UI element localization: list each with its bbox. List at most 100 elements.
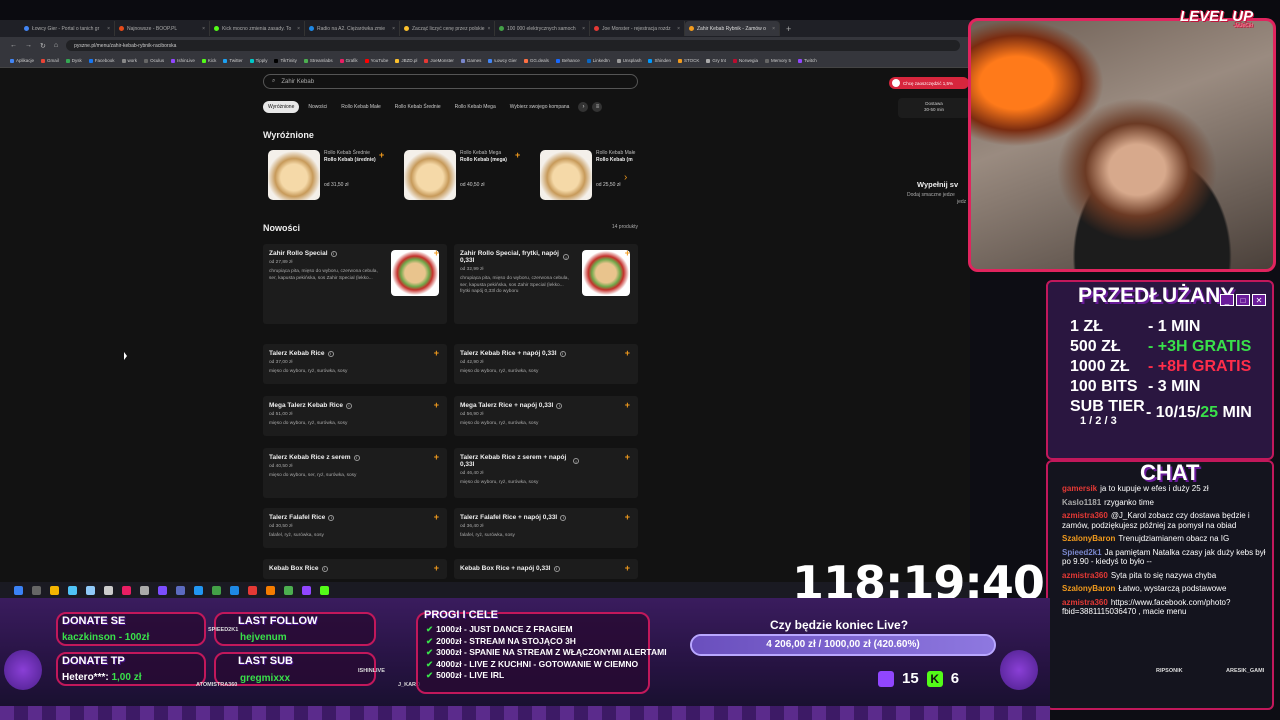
explorer-icon[interactable] — [50, 585, 59, 595]
app-icon[interactable] — [266, 585, 275, 595]
browser-tab[interactable]: 100 000 elektrycznych samoch × — [495, 21, 590, 36]
bookmark-item[interactable]: Shinden — [648, 58, 671, 63]
bookmark-item[interactable]: Łowcy Gier — [488, 58, 517, 63]
bookmark-item[interactable]: Aplikacje — [10, 58, 34, 63]
app-icon[interactable] — [194, 585, 203, 595]
menu-item-card[interactable]: Talerz Kebab Rice z serem i od 40,50 zł mię… — [263, 448, 447, 498]
bookmark-item[interactable]: Behance — [555, 58, 580, 63]
category-tab[interactable]: Rollo Kebab Małe — [336, 101, 385, 113]
add-to-cart-icon[interactable]: + — [434, 400, 439, 410]
category-tab[interactable]: Nowości — [303, 101, 332, 113]
menu-search-input[interactable]: ⌕ Zahir Kebab — [263, 74, 638, 89]
bookmark-item[interactable]: Tipply — [249, 58, 267, 63]
add-to-cart-icon[interactable]: + — [625, 248, 630, 258]
tab-close-icon[interactable]: × — [107, 26, 110, 32]
add-icon[interactable]: + — [379, 150, 384, 160]
add-to-cart-icon[interactable]: + — [625, 452, 630, 462]
add-to-cart-icon[interactable]: + — [434, 348, 439, 358]
menu-item-card[interactable]: Talerz Kebab Rice z serem + napój 0,33l i… — [454, 448, 638, 498]
menu-item-card[interactable]: Talerz Falafel Rice i od 30,50 zł falafel, … — [263, 508, 447, 548]
bookmark-item[interactable]: Unsplash — [616, 58, 641, 63]
app-icon[interactable] — [212, 585, 221, 595]
chrome-icon[interactable] — [284, 585, 293, 595]
bookmark-item[interactable]: STOCK — [678, 58, 699, 63]
app-icon[interactable] — [320, 585, 329, 595]
app-icon[interactable] — [104, 585, 113, 595]
app-icon[interactable] — [176, 585, 185, 595]
bookmark-item[interactable]: LinkedIn — [586, 58, 610, 63]
browser-tab[interactable]: Najnowsze - BOOP.PL × — [115, 21, 210, 36]
bookmark-item[interactable]: Twitch — [797, 58, 817, 63]
bookmark-item[interactable]: GG.deals — [523, 58, 549, 63]
add-to-cart-icon[interactable]: + — [434, 452, 439, 462]
search-taskbar-icon[interactable] — [32, 585, 41, 595]
menu-item-card[interactable]: Kebab Box Rice i + — [263, 559, 447, 579]
tab-close-icon[interactable]: × — [772, 26, 775, 32]
category-tab[interactable]: Wybierz swojego kompana — [505, 101, 575, 113]
add-to-cart-icon[interactable]: + — [434, 512, 439, 522]
info-icon[interactable]: i — [560, 514, 567, 521]
bookmark-item[interactable]: Dysk — [65, 58, 82, 63]
category-next-icon[interactable]: › — [578, 102, 589, 112]
bookmark-item[interactable]: Kick — [201, 58, 216, 63]
info-icon[interactable]: i — [556, 402, 563, 409]
browser-tab[interactable]: Radio na A2. Ciężarówka zmie × — [305, 21, 400, 36]
bookmark-item[interactable]: Facebook — [88, 58, 115, 63]
browser-tab[interactable]: Kick mocno zmienia zasady. To × — [210, 21, 305, 36]
tab-close-icon[interactable]: × — [297, 26, 300, 32]
delivery-toggle[interactable]: Dostawa 30-50 min — [898, 98, 970, 118]
app-icon[interactable] — [140, 585, 149, 595]
new-tab-icon[interactable]: + — [786, 24, 791, 34]
app-icon[interactable] — [158, 585, 167, 595]
menu-item-card[interactable]: Kebab Box Rice + napój 0,33l i + — [454, 559, 638, 579]
browser-tab[interactable]: Zahir Kebab Rybnik - Zamów o × — [685, 21, 780, 36]
add-to-cart-icon[interactable]: + — [434, 248, 439, 258]
bookmark-item[interactable]: Oculus — [144, 58, 164, 63]
browser-tab[interactable]: Łowcy Gier - Portal o tanich gr × — [20, 21, 115, 36]
menu-item-card[interactable]: Zahir Rollo Special i od 27,89 zł chrupiąca… — [263, 244, 447, 324]
forward-icon[interactable]: → — [25, 42, 32, 49]
featured-item[interactable]: Rollo Kebab Małe Rollo Kebab (m od 25,50 z… — [540, 150, 670, 205]
home-icon[interactable]: ⌂ — [54, 42, 58, 49]
menu-item-card[interactable]: Talerz Falafel Rice + napój 0,33l i od 36,… — [454, 508, 638, 548]
add-to-cart-icon[interactable]: + — [625, 400, 630, 410]
bookmark-item[interactable]: Grafik — [339, 58, 358, 63]
bookmark-item[interactable]: Streamlabs — [303, 58, 333, 63]
add-to-cart-icon[interactable]: + — [434, 563, 439, 573]
app-icon[interactable] — [230, 585, 239, 595]
app-icon[interactable] — [122, 585, 131, 595]
tab-close-icon[interactable]: × — [202, 26, 205, 32]
tab-close-icon[interactable]: × — [582, 26, 585, 32]
bookmark-item[interactable]: IshinLive — [171, 58, 195, 63]
menu-item-card[interactable]: Mega Talerz Rice + napój 0,33l i od 56,90 … — [454, 396, 638, 436]
category-tab[interactable]: Rollo Kebab Mega — [450, 101, 501, 113]
bookmark-item[interactable]: Games — [460, 58, 481, 63]
bookmark-item[interactable]: TikTinity — [274, 58, 297, 63]
app-icon[interactable] — [68, 585, 77, 595]
info-icon[interactable]: i — [573, 458, 579, 464]
menu-item-card[interactable]: Talerz Kebab Rice + napój 0,33l i od 42,90… — [454, 344, 638, 384]
info-icon[interactable]: i — [345, 402, 352, 409]
bookmark-item[interactable]: Gry tnt — [706, 58, 726, 63]
tab-close-icon[interactable]: × — [392, 26, 395, 32]
category-list-icon[interactable]: ≡ — [592, 102, 603, 112]
promo-banner[interactable]: Chcę zaoszczędzić 1,5% — [889, 77, 969, 89]
featured-next-icon[interactable]: › — [624, 172, 627, 183]
add-to-cart-icon[interactable]: + — [625, 348, 630, 358]
info-icon[interactable]: i — [321, 565, 328, 572]
bookmark-item[interactable]: JoeMonster — [424, 58, 454, 63]
bookmark-item[interactable]: JBZD.pl — [395, 58, 417, 63]
app-icon[interactable] — [248, 585, 257, 595]
app-icon[interactable] — [302, 585, 311, 595]
bookmark-item[interactable]: Norwegia — [732, 58, 758, 63]
browser-tab[interactable]: Joe Monster - rejestracja rozdz × — [590, 21, 685, 36]
app-icon[interactable] — [86, 585, 95, 595]
info-icon[interactable]: i — [327, 350, 334, 357]
bookmark-item[interactable]: Gmail — [41, 58, 59, 63]
tab-close-icon[interactable]: × — [488, 26, 491, 32]
add-to-cart-icon[interactable]: + — [625, 563, 630, 573]
menu-item-card[interactable]: Mega Talerz Kebab Rice i od 51,00 zł mięso … — [263, 396, 447, 436]
back-icon[interactable]: ← — [10, 42, 17, 49]
menu-item-card[interactable]: Talerz Kebab Rice i od 37,00 zł mięso do wy… — [263, 344, 447, 384]
add-icon[interactable]: + — [515, 150, 520, 160]
